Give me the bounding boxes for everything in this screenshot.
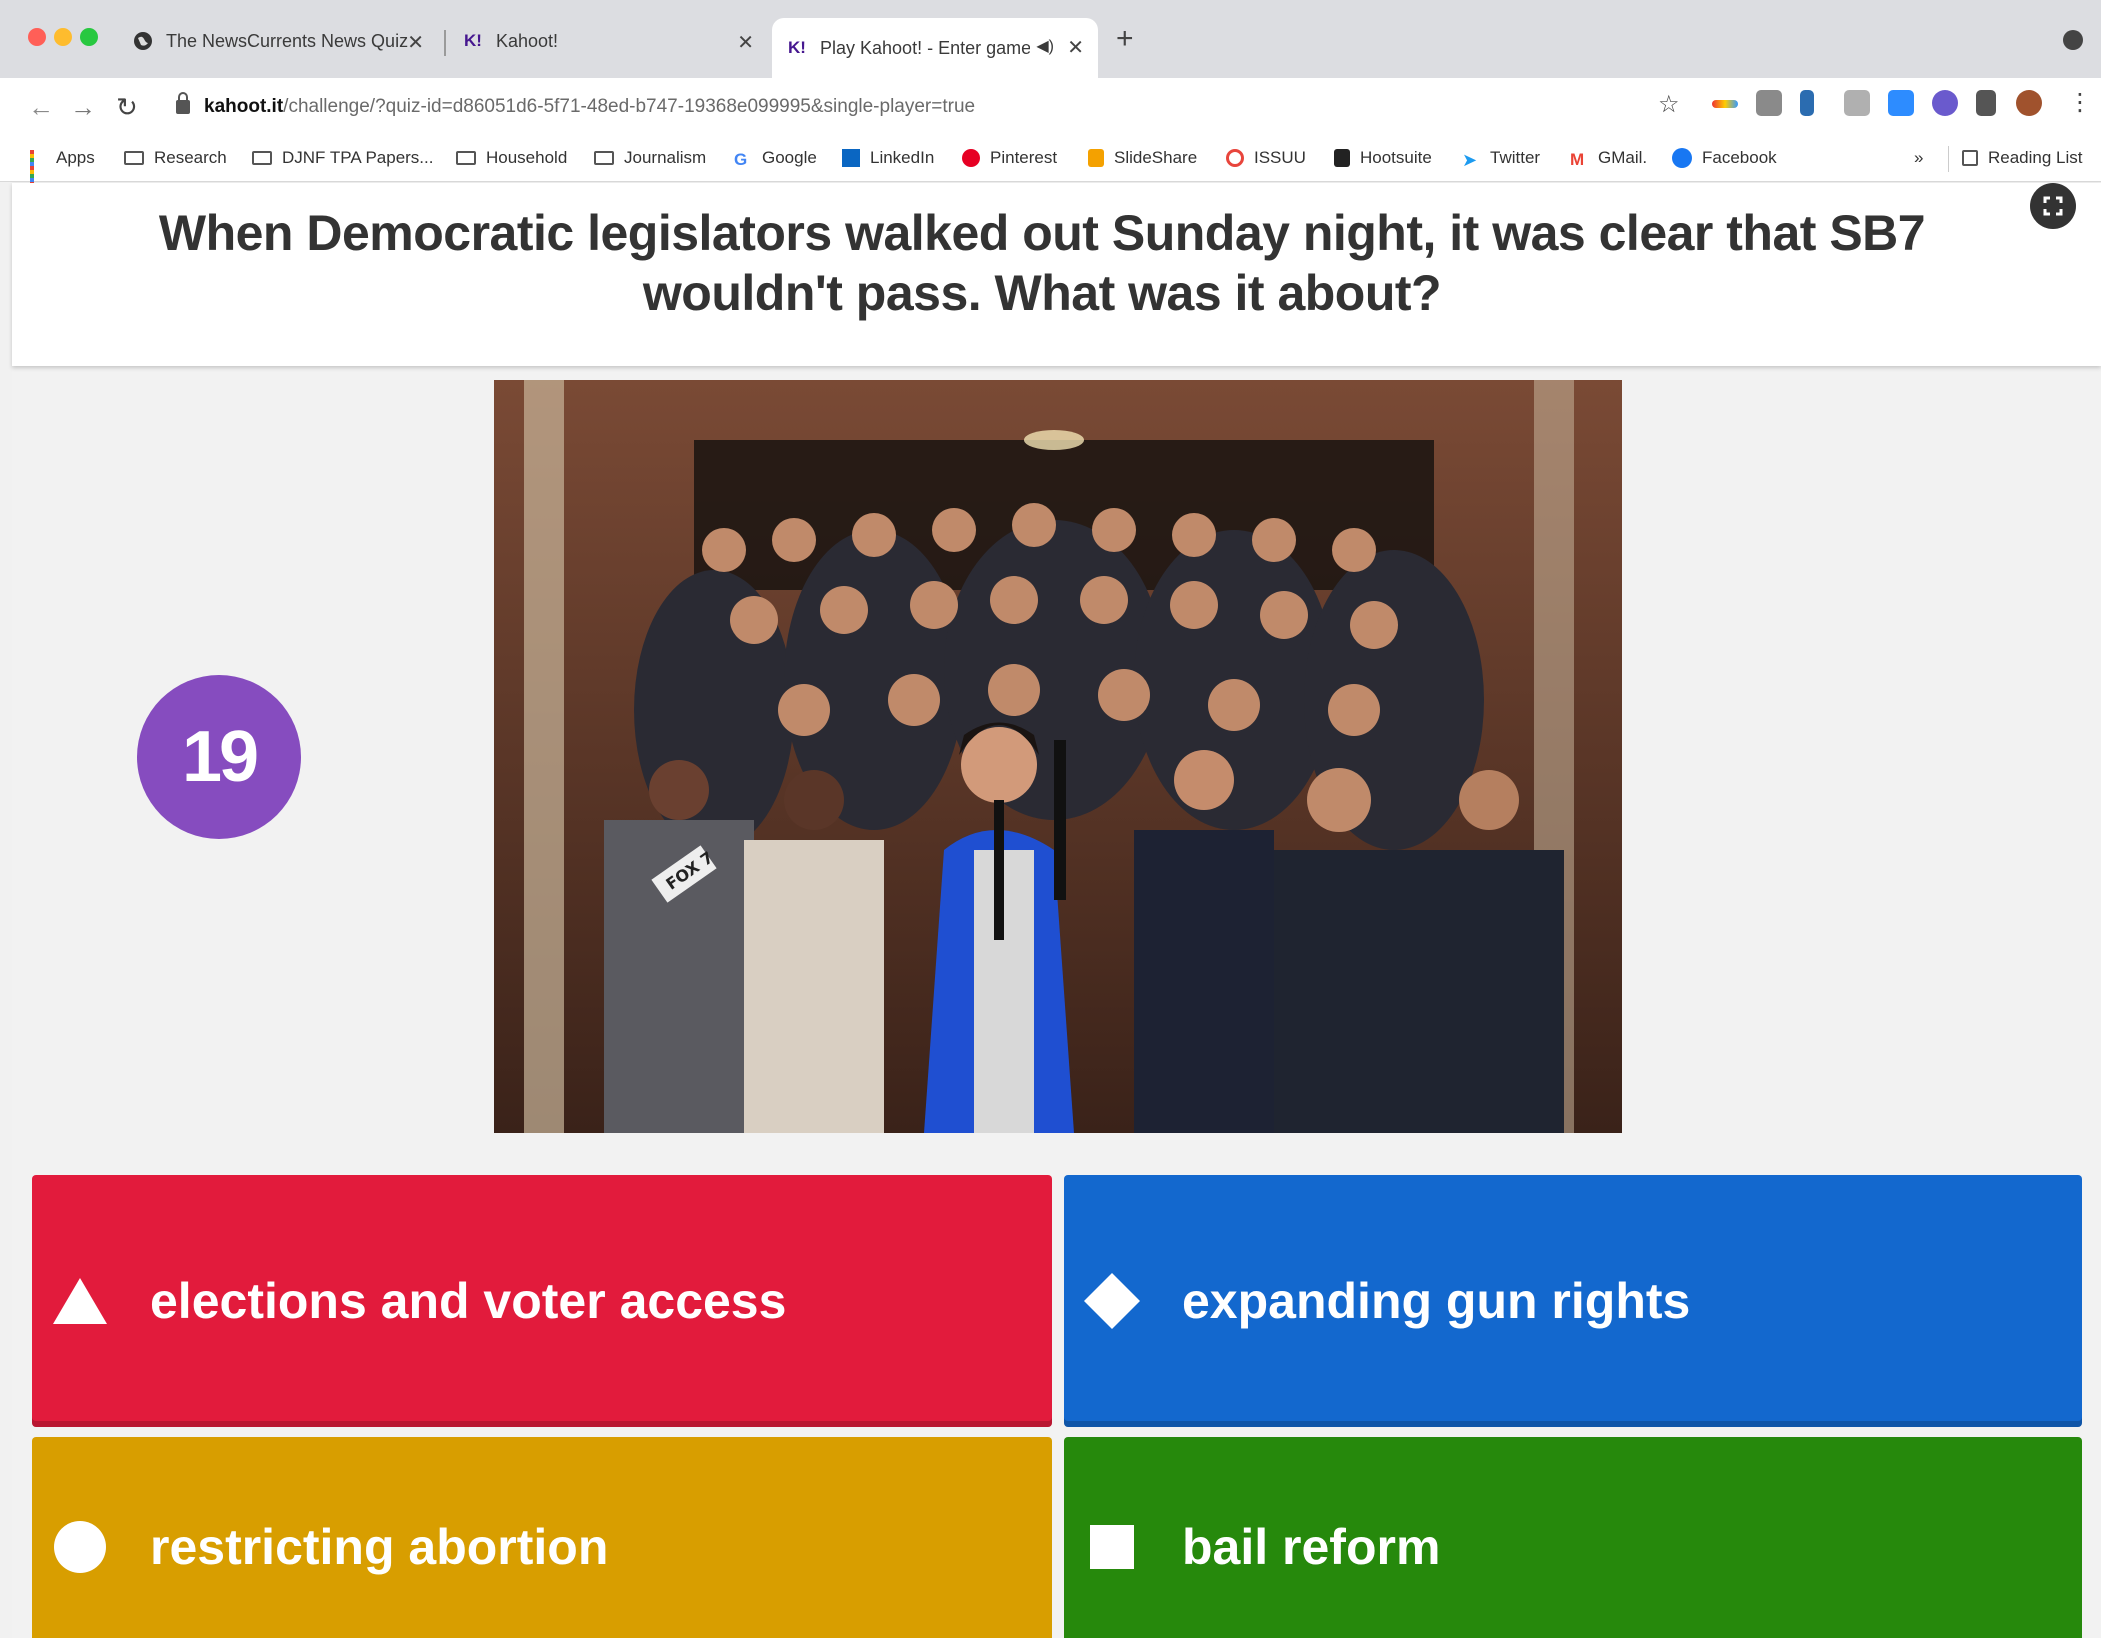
answer-triangle-button[interactable]: elections and voter access <box>32 1175 1052 1427</box>
answer-label: bail reform <box>1182 1519 1441 1575</box>
twitter-icon: ➤ <box>1462 150 1478 170</box>
close-tab-icon[interactable]: ✕ <box>737 30 754 55</box>
circle-icon <box>52 1519 108 1575</box>
bookmark-slideshare[interactable]: SlideShare <box>1088 148 1197 168</box>
pinterest-icon <box>962 149 980 167</box>
globe-icon <box>132 30 154 52</box>
question-photo: FOX 7 <box>494 380 1622 1133</box>
kahoot-page: When Democratic legislators walked out S… <box>12 183 2101 1638</box>
bookmark-household[interactable]: Household <box>456 148 567 168</box>
bookmark-gmail[interactable]: M GMail. <box>1570 148 1647 169</box>
tab-title: Kahoot! <box>496 30 559 51</box>
question-header: When Democratic legislators walked out S… <box>12 183 2101 366</box>
question-text: When Democratic legislators walked out S… <box>158 205 1926 321</box>
back-button[interactable]: ← <box>28 92 54 123</box>
fullscreen-button[interactable] <box>2030 183 2076 229</box>
apps-grid-icon <box>30 150 46 186</box>
answer-label: expanding gun rights <box>1182 1273 1691 1329</box>
slideshare-icon <box>1088 149 1104 167</box>
menu-kebab-icon[interactable]: ⋮ <box>2068 88 2092 117</box>
answer-circle-button[interactable]: restricting abortion <box>32 1437 1052 1638</box>
reading-list-icon <box>1962 150 1978 166</box>
bookmark-issuu[interactable]: ISSUU <box>1226 148 1306 168</box>
bookmark-twitter[interactable]: ➤ Twitter <box>1462 148 1540 170</box>
bookmark-journalism[interactable]: Journalism <box>594 148 706 168</box>
kahoot-logo-icon: K! <box>788 38 806 57</box>
minimize-window-button[interactable] <box>54 28 72 46</box>
tab-newscurrents[interactable]: The NewsCurrents News Quiz ✕ <box>118 20 438 62</box>
reload-button[interactable]: ↻ <box>116 92 138 123</box>
url-text: kahoot.it/challenge/?quiz-id=d86051d6-5f… <box>204 96 976 117</box>
extension-bars-icon[interactable] <box>1800 90 1814 116</box>
folder-icon <box>124 151 144 165</box>
answer-diamond-button[interactable]: expanding gun rights <box>1064 1175 2082 1427</box>
answer-label: elections and voter access <box>150 1273 787 1329</box>
countdown-timer: 19 <box>137 675 301 839</box>
speaker-icon[interactable]: ◀) <box>1036 36 1054 56</box>
tab-kahoot[interactable]: K! Kahoot! ✕ <box>448 20 768 62</box>
bookmark-divider <box>1948 146 1949 172</box>
extension-rainbow-icon[interactable] <box>1712 100 1738 108</box>
bookmark-linkedin[interactable]: LinkedIn <box>842 148 934 168</box>
tab-bar: The NewsCurrents News Quiz ✕ K! Kahoot! … <box>0 0 2101 78</box>
answer-label: restricting abortion <box>150 1519 609 1575</box>
profile-avatar[interactable] <box>2016 90 2042 116</box>
folder-icon <box>252 151 272 165</box>
bookmark-pinterest[interactable]: Pinterest <box>962 148 1057 168</box>
extension-gray-icon[interactable] <box>1844 90 1870 116</box>
tab-search-icon[interactable] <box>2063 30 2083 50</box>
tab-play-kahoot[interactable]: K! Play Kahoot! - Enter game ◀) ✕ <box>772 18 1098 78</box>
bookmarks-overflow-button[interactable]: » <box>1914 148 1923 168</box>
issuu-icon <box>1226 149 1244 167</box>
hootsuite-icon <box>1334 149 1350 167</box>
bookmark-facebook[interactable]: Facebook <box>1672 148 1777 168</box>
close-tab-icon[interactable]: ✕ <box>407 30 424 55</box>
forward-button[interactable]: → <box>70 92 96 123</box>
close-window-button[interactable] <box>28 28 46 46</box>
camera-extension-icon[interactable] <box>1756 90 1782 116</box>
bookmark-hootsuite[interactable]: Hootsuite <box>1334 148 1432 168</box>
folder-icon <box>456 151 476 165</box>
diamond-icon <box>1084 1273 1140 1329</box>
bookmarks-bar: Apps Research DJNF TPA Papers... Househo… <box>0 136 2101 186</box>
bookmark-apps[interactable]: Apps <box>30 148 95 186</box>
bookmark-djnf[interactable]: DJNF TPA Papers... <box>252 148 433 168</box>
linkedin-icon <box>842 149 860 167</box>
new-tab-button[interactable]: + <box>1116 22 1134 56</box>
kahoot-logo-icon: K! <box>464 31 482 50</box>
address-bar[interactable]: kahoot.it/challenge/?quiz-id=d86051d6-5f… <box>160 84 1680 130</box>
square-icon <box>1084 1519 1140 1575</box>
facebook-icon <box>1672 148 1692 168</box>
extensions-puzzle-icon[interactable] <box>1976 90 1996 116</box>
bookmark-research[interactable]: Research <box>124 148 227 168</box>
tab-title: The NewsCurrents News Quiz <box>166 30 409 51</box>
folder-icon <box>594 151 614 165</box>
google-icon: G <box>734 150 748 169</box>
zoom-extension-icon[interactable] <box>1888 90 1914 116</box>
tab-title: Play Kahoot! - Enter game <box>820 37 1030 58</box>
reading-list-button[interactable]: Reading List <box>1962 148 2083 168</box>
bookmark-star-icon[interactable]: ☆ <box>1658 90 1680 119</box>
answer-square-button[interactable]: bail reform <box>1064 1437 2082 1638</box>
press-conference-photo: FOX 7 <box>494 380 1622 1133</box>
browser-toolbar: ← → ↻ kahoot.it/challenge/?quiz-id=d8605… <box>0 78 2101 136</box>
gmail-icon: M <box>1570 150 1585 169</box>
extension-badge-icon[interactable] <box>1932 90 1958 116</box>
bookmark-google[interactable]: G Google <box>734 148 817 169</box>
tab-divider <box>444 30 446 56</box>
close-tab-icon[interactable]: ✕ <box>1067 35 1084 60</box>
lock-icon <box>176 92 190 114</box>
browser-window: The NewsCurrents News Quiz ✕ K! Kahoot! … <box>0 0 2101 1638</box>
zoom-window-button[interactable] <box>80 28 98 46</box>
triangle-icon <box>52 1273 108 1329</box>
